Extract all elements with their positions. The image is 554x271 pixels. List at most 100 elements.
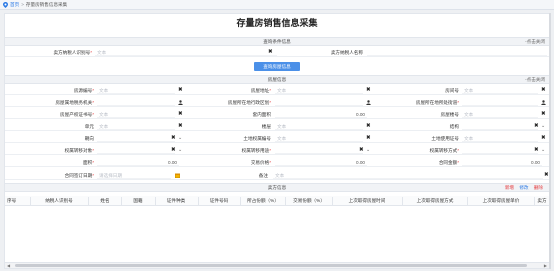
text-input[interactable]: 文本: [462, 87, 538, 94]
clear-icon[interactable]: ✖: [366, 122, 371, 131]
field-label: 土地使用证号: [431, 136, 459, 141]
contract-date-label: 合同签订日期: [64, 173, 93, 178]
clear-icon[interactable]: ✖: [366, 134, 371, 143]
clear-icon[interactable]: ✖: [366, 86, 371, 95]
vertical-scrollbar[interactable]: [549, 13, 551, 269]
column-divider: [534, 197, 535, 205]
query-collapse-toggle[interactable]: -点击关闭: [525, 38, 545, 46]
required-mark: *: [457, 100, 459, 105]
column-header[interactable]: 证件种类: [156, 196, 196, 206]
location-pin-icon: [3, 1, 8, 8]
clear-icon[interactable]: ✖: [171, 146, 176, 155]
user-picker-icon[interactable]: [541, 100, 546, 105]
text-input[interactable]: 文本: [97, 87, 175, 94]
scrollbar-thumb[interactable]: [15, 264, 527, 267]
chevron-down-icon[interactable]: ⌄: [366, 146, 370, 155]
text-input[interactable]: 文本: [462, 111, 538, 118]
column-divider: [30, 197, 31, 205]
chevron-down-icon[interactable]: ⌄: [178, 146, 182, 155]
clear-icon[interactable]: ✖: [544, 171, 549, 180]
column-header[interactable]: 序号: [7, 196, 29, 206]
clear-icon[interactable]: ✖: [171, 134, 176, 143]
user-picker-icon[interactable]: [366, 100, 371, 105]
select-input[interactable]: [97, 135, 175, 142]
field-label: 房间号: [445, 88, 459, 93]
text-input[interactable]: 0.00: [97, 159, 179, 166]
column-header[interactable]: 上次取得房屋单价: [468, 196, 534, 206]
seller-id-input[interactable]: 文本: [95, 49, 277, 56]
clear-icon[interactable]: ✖: [268, 48, 273, 57]
remarks-input[interactable]: 文本: [273, 172, 543, 179]
house-collapse-toggle[interactable]: -点击关闭: [525, 76, 545, 84]
clear-icon[interactable]: ✖: [178, 110, 183, 119]
query-house-button[interactable]: 查询房屋信息: [254, 62, 300, 71]
calendar-icon[interactable]: [175, 173, 180, 178]
horizontal-scrollbar[interactable]: ◀ ▶: [5, 262, 549, 268]
clear-icon[interactable]: ✖: [541, 86, 546, 95]
text-input[interactable]: 文本: [97, 123, 175, 130]
breadcrumb: 首页 > 存量房销售信息采集: [0, 0, 554, 10]
column-divider: [285, 197, 286, 205]
field-label: 权属转移用途: [241, 148, 270, 153]
clear-icon[interactable]: ✖: [534, 122, 539, 131]
text-input[interactable]: [97, 99, 175, 106]
column-header[interactable]: 所占份额（%）: [241, 196, 285, 206]
text-input[interactable]: 文本: [275, 135, 363, 142]
text-input[interactable]: 0.00: [462, 159, 542, 166]
column-header[interactable]: 上次取得房屋方式: [403, 196, 467, 206]
user-picker-icon[interactable]: [178, 100, 183, 105]
select-input[interactable]: [462, 123, 538, 130]
clear-icon[interactable]: ✖: [541, 110, 546, 119]
text-input[interactable]: 文本: [97, 111, 175, 118]
clear-icon[interactable]: ✖: [359, 146, 364, 155]
clear-icon[interactable]: ✖: [534, 146, 539, 155]
text-input[interactable]: [275, 99, 363, 106]
contract-date-input[interactable]: 请选择日期: [97, 172, 171, 179]
house-row: 房源编号* 文本 ✖ 房屋地址* 文本 ✖ 房间号 文本 ✖: [5, 86, 549, 95]
select-input[interactable]: [97, 147, 175, 154]
select-input[interactable]: [462, 147, 538, 154]
text-input[interactable]: 0.00: [275, 111, 367, 118]
required-mark: *: [92, 160, 94, 165]
field-label: 交易价格: [250, 160, 270, 165]
text-input[interactable]: 文本: [462, 135, 538, 142]
required-mark: *: [90, 50, 92, 55]
seller-actions: 新增 修改 删除: [501, 184, 543, 192]
chevron-down-icon[interactable]: ⌄: [178, 134, 182, 143]
clear-icon[interactable]: ✖: [178, 122, 183, 131]
seller-section-header: 卖方信息 新增 修改 删除: [5, 183, 549, 192]
required-mark: *: [457, 160, 459, 165]
text-input[interactable]: 文本: [275, 123, 363, 130]
column-header[interactable]: 上次取得房屋时间: [333, 196, 401, 206]
column-header[interactable]: 纳税人识别号: [31, 196, 87, 206]
required-mark: *: [269, 88, 271, 93]
column-header[interactable]: 国籍: [122, 196, 154, 206]
breadcrumb-home-link[interactable]: 首页: [10, 2, 19, 8]
seller-name-label: 卖方纳税人名称: [330, 50, 363, 55]
clear-icon[interactable]: ✖: [178, 86, 183, 95]
delete-seller-link[interactable]: 删除: [534, 185, 543, 190]
chevron-down-icon[interactable]: ⌄: [541, 122, 545, 131]
text-input[interactable]: 0.00: [275, 159, 367, 166]
clear-icon[interactable]: ✖: [541, 134, 546, 143]
scroll-left-icon[interactable]: ◀: [7, 263, 10, 268]
column-header[interactable]: 交易份额（%）: [286, 196, 332, 206]
column-divider: [198, 197, 199, 205]
column-divider: [240, 197, 241, 205]
chevron-down-icon[interactable]: ⌄: [541, 146, 545, 155]
seller-section-title: 卖方信息: [267, 185, 287, 190]
remarks-label: 备注: [258, 173, 268, 178]
column-header[interactable]: 姓名: [89, 196, 121, 206]
add-seller-link[interactable]: 新增: [505, 185, 514, 190]
house-row: 朝向 ✖ ⌄ 土地权属编号 文本 ✖ 土地使用证号 文本 ✖: [5, 134, 549, 143]
select-input[interactable]: [275, 147, 363, 154]
text-input[interactable]: [462, 99, 538, 106]
scroll-right-icon[interactable]: ▶: [544, 263, 547, 268]
field-label: 土地权属编号: [243, 136, 271, 141]
edit-seller-link[interactable]: 修改: [519, 185, 528, 190]
column-header[interactable]: 证件号码: [199, 196, 239, 206]
text-input[interactable]: 文本: [275, 87, 363, 94]
column-header[interactable]: 卖方: [535, 196, 549, 206]
seller-name-input[interactable]: [367, 49, 547, 56]
field-label: 楼层: [261, 124, 271, 129]
